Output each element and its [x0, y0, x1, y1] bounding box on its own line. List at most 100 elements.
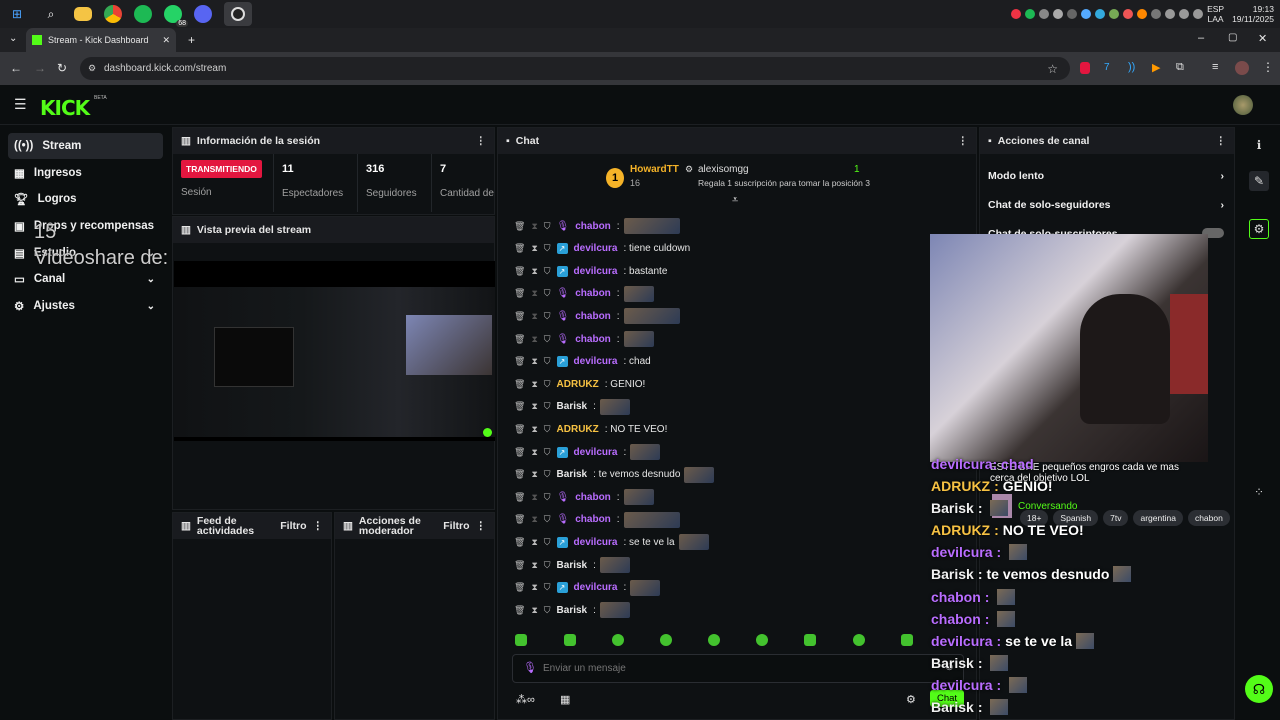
tray-app-icon[interactable] [1151, 9, 1162, 19]
delete-icon[interactable]: 🗑︎ [514, 560, 525, 571]
ban-icon[interactable]: ⛉ [544, 605, 551, 616]
timeout-icon[interactable]: ⧗ [531, 469, 537, 480]
close-window-icon[interactable]: ✕ [1258, 32, 1267, 45]
sub-name[interactable]: alexisomgg [698, 164, 749, 175]
info-icon[interactable]: ℹ [1249, 135, 1269, 155]
more-options-icon[interactable]: ⋮ [958, 135, 969, 147]
emote-icon[interactable] [853, 634, 865, 646]
tray-app-icon[interactable] [1137, 9, 1148, 19]
tray-app-icon[interactable] [1109, 9, 1120, 19]
chat-emote-image[interactable] [630, 444, 661, 460]
extension-icon[interactable]: ▶ [1152, 61, 1160, 74]
more-options-icon[interactable]: ⋮ [476, 135, 487, 147]
new-tab-button[interactable]: + [188, 33, 195, 47]
timeout-icon[interactable]: ⧗ [531, 560, 537, 571]
browser-tab[interactable]: Stream - Kick Dashboard ✕ [26, 28, 176, 52]
search-icon[interactable]: ⌕ [40, 3, 62, 25]
timeout-icon[interactable]: ⧗ [531, 311, 537, 322]
ban-icon[interactable]: ⛉ [544, 401, 551, 412]
timeout-icon[interactable]: ⧗ [531, 221, 537, 232]
support-chat-icon[interactable]: ☊ [1245, 675, 1273, 703]
ban-icon[interactable]: ⛉ [544, 582, 551, 593]
timeout-icon[interactable]: ⧗ [531, 288, 537, 299]
minimize-icon[interactable]: – [1198, 32, 1204, 44]
tray-app-icon[interactable] [1095, 9, 1106, 19]
chrome-icon[interactable] [104, 5, 122, 23]
delete-icon[interactable]: 🗑︎ [514, 243, 525, 254]
reload-icon[interactable]: ↻ [57, 61, 67, 75]
chat-username[interactable]: chabon [575, 311, 611, 322]
ban-icon[interactable]: ⛉ [544, 311, 551, 322]
chat-username[interactable]: chabon [575, 288, 611, 299]
chat-emote-image[interactable] [623, 489, 654, 506]
chat-username[interactable]: Barisk [557, 560, 588, 571]
chat-emote-image[interactable] [599, 602, 630, 619]
more-options-icon[interactable]: ⋮ [1216, 135, 1227, 147]
chat-username[interactable]: Barisk [557, 401, 588, 412]
emote-icon[interactable] [564, 634, 576, 646]
emote-icon[interactable] [901, 634, 913, 646]
chat-username[interactable]: devilcura [574, 243, 618, 254]
filter-button[interactable]: Filtro [443, 520, 469, 532]
emote-icon[interactable] [708, 634, 720, 646]
discord-icon[interactable] [194, 5, 212, 23]
delete-icon[interactable]: 🗑︎ [514, 537, 525, 548]
delete-icon[interactable]: 🗑︎ [514, 379, 525, 390]
chat-emote-image[interactable] [623, 285, 654, 302]
ban-icon[interactable]: ⛉ [544, 221, 551, 232]
kick-logo[interactable]: KICK [40, 96, 90, 120]
site-info-icon[interactable]: ⚙ [88, 63, 96, 74]
ban-icon[interactable]: ⛉ [544, 243, 551, 254]
chat-emote-image[interactable] [630, 579, 661, 596]
edit-icon[interactable]: ✎ [1249, 171, 1269, 191]
emote-icon[interactable] [515, 634, 527, 646]
tag[interactable]: 7tv [1103, 510, 1129, 526]
delete-icon[interactable]: 🗑︎ [514, 582, 525, 593]
maximize-icon[interactable]: ▢ [1228, 32, 1237, 43]
scroll-down-icon[interactable]: ⩡ [732, 194, 738, 207]
tray-app-icon[interactable] [1081, 9, 1092, 19]
chat-username[interactable]: devilcura [574, 537, 618, 548]
emote-icon[interactable] [756, 634, 768, 646]
hamburger-menu-icon[interactable]: ☰ [14, 96, 27, 113]
ban-icon[interactable]: ⛉ [544, 356, 551, 367]
delete-icon[interactable]: 🗑︎ [514, 469, 525, 480]
more-options-icon[interactable]: ⋮ [476, 520, 487, 532]
chat-emote-image[interactable] [684, 466, 715, 483]
obs-icon[interactable] [224, 2, 252, 26]
timeout-icon[interactable]: ⧗ [531, 582, 537, 593]
more-options-icon[interactable]: ⋮ [313, 520, 324, 532]
delete-icon[interactable]: 🗑︎ [514, 311, 525, 322]
delete-icon[interactable]: 🗑︎ [514, 424, 525, 435]
delete-icon[interactable]: 🗑︎ [514, 266, 525, 277]
ban-icon[interactable]: ⛉ [544, 514, 551, 525]
chat-username[interactable]: chabon [575, 221, 611, 232]
stream-preview-video[interactable] [174, 261, 495, 441]
layout-icon[interactable]: ⁘ [1249, 482, 1269, 502]
delete-icon[interactable]: 🗑︎ [514, 447, 525, 458]
filter-button[interactable]: Filtro [280, 520, 306, 532]
delete-icon[interactable]: 🗑︎ [514, 605, 525, 616]
chat-emote-image[interactable] [623, 308, 680, 325]
user-avatar[interactable] [1233, 95, 1253, 115]
timeout-icon[interactable]: ⧗ [531, 266, 537, 277]
chat-emote-image[interactable] [599, 398, 630, 415]
chat-emote-image[interactable] [623, 331, 654, 347]
chat-username[interactable]: ADRUKZ [557, 424, 599, 435]
extension-icon[interactable]: )) [1128, 61, 1135, 73]
media-control-icon[interactable]: ≡ [1212, 61, 1218, 73]
ban-icon[interactable]: ⛉ [544, 560, 551, 571]
clock[interactable]: 19:13 19/11/2025 [1232, 4, 1274, 24]
tray-app-icon[interactable] [1011, 9, 1022, 19]
delete-icon[interactable]: 🗑︎ [514, 221, 525, 232]
timeout-icon[interactable]: ⧗ [531, 514, 537, 525]
chat-username[interactable]: Barisk [557, 469, 588, 480]
chat-username[interactable]: chabon [575, 334, 611, 345]
ban-icon[interactable]: ⛉ [544, 424, 551, 435]
emote-icon[interactable] [660, 634, 672, 646]
extension-icon[interactable] [1080, 62, 1090, 74]
sidebar-item-drops[interactable]: ▣ Drops y recompensas [8, 213, 163, 239]
emote-icon[interactable] [612, 634, 624, 646]
whatsapp-icon[interactable]: 68 [164, 5, 188, 27]
chat-username[interactable]: devilcura [574, 447, 618, 458]
